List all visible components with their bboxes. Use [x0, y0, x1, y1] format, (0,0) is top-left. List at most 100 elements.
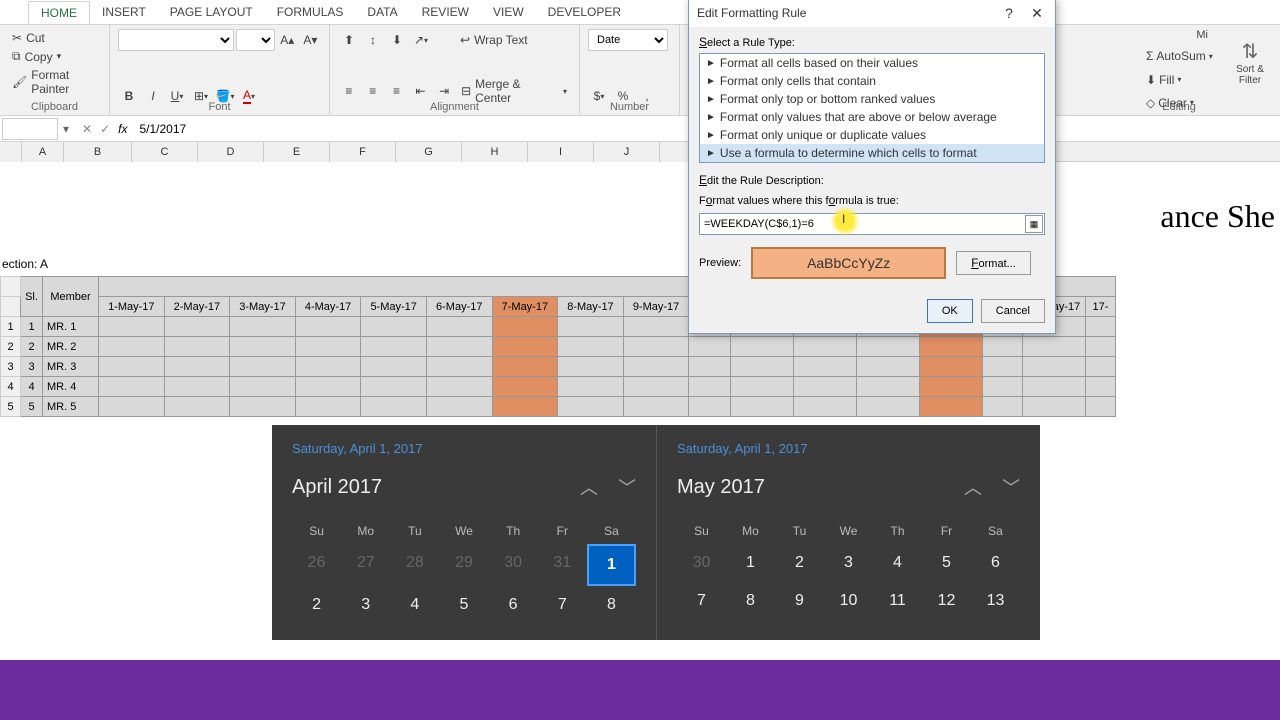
name-box[interactable] [2, 118, 58, 140]
format-painter-button[interactable]: 🖌Format Painter [8, 66, 101, 98]
calendar-day[interactable]: 27 [341, 544, 390, 586]
table-row[interactable]: 55MR. 5 [1, 397, 1116, 417]
number-format-select[interactable]: Date [588, 29, 668, 51]
align-right-button[interactable]: ≡ [386, 80, 408, 102]
calendar-day[interactable]: 12 [922, 582, 971, 620]
date-col[interactable]: 5-May-17 [361, 297, 427, 317]
col-d[interactable]: D [198, 142, 264, 162]
table-row[interactable]: 33MR. 3 [1, 357, 1116, 377]
calendar-day[interactable]: 4 [390, 586, 439, 624]
rule-type-item[interactable]: ►Format only values that are above or be… [700, 108, 1044, 126]
table-row[interactable]: 44MR. 4 [1, 377, 1116, 397]
date-col[interactable]: 9-May-17 [623, 297, 689, 317]
date-col[interactable]: 6-May-17 [426, 297, 492, 317]
align-top-button[interactable]: ⬆ [338, 29, 360, 51]
col-a[interactable]: A [22, 142, 64, 162]
enter-formula-icon[interactable]: ✓ [100, 122, 110, 136]
increase-font-button[interactable]: A▴ [277, 29, 298, 51]
tab-insert[interactable]: INSERT [90, 1, 158, 23]
cancel-button[interactable]: Cancel [981, 299, 1045, 323]
align-middle-button[interactable]: ↕ [362, 29, 384, 51]
col-g[interactable]: G [396, 142, 462, 162]
autosum-button[interactable]: ΣAutoSum ▾ [1146, 48, 1212, 64]
calendar-day[interactable]: 5 [439, 586, 488, 624]
tab-data[interactable]: DATA [355, 1, 409, 23]
col-i[interactable]: I [528, 142, 594, 162]
rule-type-item[interactable]: ►Format only top or bottom ranked values [700, 90, 1044, 108]
date-col[interactable]: 3-May-17 [230, 297, 296, 317]
calendar-day[interactable]: 8 [587, 586, 636, 624]
date-col[interactable]: 2-May-17 [164, 297, 230, 317]
calendar-day[interactable]: 8 [726, 582, 775, 620]
calendar-next-button[interactable]: ﹀ [1002, 474, 1020, 500]
tab-developer[interactable]: DEVELOPER [536, 1, 633, 23]
sort-filter-icon[interactable]: ⇅ [1228, 39, 1272, 64]
calendar-day[interactable]: 31 [538, 544, 587, 586]
date-col-highlight[interactable]: 7-May-17 [492, 297, 558, 317]
col-c[interactable]: C [132, 142, 198, 162]
increase-indent-button[interactable]: ⇥ [433, 80, 455, 102]
calendar-prev-button[interactable]: ︿ [964, 474, 982, 500]
decrease-indent-button[interactable]: ⇤ [409, 80, 431, 102]
date-col[interactable]: 1-May-17 [99, 297, 165, 317]
calendar-prev-button[interactable]: ︿ [580, 474, 598, 500]
col-f[interactable]: F [330, 142, 396, 162]
tab-home[interactable]: HOME [28, 1, 90, 24]
cut-button[interactable]: ✂Cut [8, 29, 101, 47]
col-h[interactable]: H [462, 142, 528, 162]
fx-icon[interactable]: fx [118, 122, 127, 136]
calendar-day[interactable]: 2 [775, 544, 824, 582]
calendar-day[interactable]: 3 [824, 544, 873, 582]
calendar-day[interactable]: 30 [677, 544, 726, 582]
calendar-day[interactable]: 9 [775, 582, 824, 620]
rule-type-item-selected[interactable]: ►Use a formula to determine which cells … [700, 144, 1044, 162]
col-b[interactable]: B [64, 142, 132, 162]
calendar-day[interactable]: 13 [971, 582, 1020, 620]
align-center-button[interactable]: ≡ [362, 80, 384, 102]
calendar-day[interactable]: 7 [538, 586, 587, 624]
rule-type-list[interactable]: ►Format all cells based on their values … [699, 53, 1045, 163]
font-family-select[interactable] [118, 29, 234, 51]
tab-review[interactable]: REVIEW [410, 1, 481, 23]
tab-formulas[interactable]: FORMULAS [265, 1, 356, 23]
rule-type-item[interactable]: ►Format all cells based on their values [700, 54, 1044, 72]
font-size-select[interactable] [236, 29, 275, 51]
tab-page-layout[interactable]: PAGE LAYOUT [158, 1, 265, 23]
calendar-day[interactable]: 6 [971, 544, 1020, 582]
calendar-day[interactable]: 7 [677, 582, 726, 620]
decrease-font-button[interactable]: A▾ [300, 29, 321, 51]
rule-type-item[interactable]: ►Format only cells that contain [700, 72, 1044, 90]
cancel-formula-icon[interactable]: ✕ [82, 122, 92, 136]
align-left-button[interactable]: ≡ [338, 80, 360, 102]
name-box-dropdown[interactable]: ▾ [58, 122, 74, 136]
calendar-day[interactable]: 26 [292, 544, 341, 586]
calendar-day[interactable]: 4 [873, 544, 922, 582]
wrap-text-button[interactable]: ↩Wrap Text [456, 31, 532, 49]
calendar-next-button[interactable]: ﹀ [618, 474, 636, 500]
calendar-day[interactable]: 28 [390, 544, 439, 586]
table-row[interactable]: 22MR. 2 [1, 337, 1116, 357]
copy-button[interactable]: ⧉Copy ▾ [8, 47, 101, 66]
rule-type-item[interactable]: ►Format only unique or duplicate values [700, 126, 1044, 144]
format-button[interactable]: Format... [956, 251, 1031, 275]
calendar-day[interactable]: 29 [439, 544, 488, 586]
calendar-day[interactable]: 30 [489, 544, 538, 586]
orientation-button[interactable]: ↗▾ [410, 29, 432, 51]
col-j[interactable]: J [594, 142, 660, 162]
date-col[interactable]: 4-May-17 [295, 297, 361, 317]
close-button[interactable]: ✕ [1027, 5, 1047, 22]
calendar-day-selected[interactable]: 1 [587, 544, 636, 586]
calendar-day[interactable]: 1 [726, 544, 775, 582]
calendar-day[interactable]: 5 [922, 544, 971, 582]
col-e[interactable]: E [264, 142, 330, 162]
help-button[interactable]: ? [999, 5, 1019, 22]
align-bottom-button[interactable]: ⬇ [386, 29, 408, 51]
calendar-day[interactable]: 10 [824, 582, 873, 620]
calendar-day[interactable]: 6 [489, 586, 538, 624]
date-col[interactable]: 8-May-17 [558, 297, 624, 317]
fill-button[interactable]: ⬇Fill ▾ [1146, 72, 1212, 88]
tab-view[interactable]: VIEW [481, 1, 536, 23]
calendar-day[interactable]: 11 [873, 582, 922, 620]
calendar-day[interactable]: 3 [341, 586, 390, 624]
date-col[interactable]: 17- [1086, 297, 1116, 317]
